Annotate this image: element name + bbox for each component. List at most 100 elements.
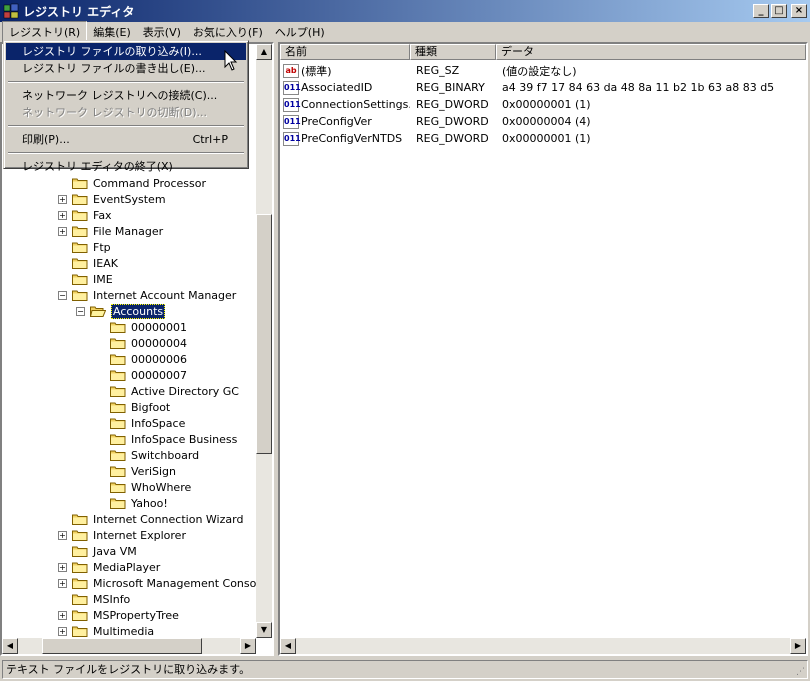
tree-item-label: 00000004 (131, 336, 187, 350)
folder-icon (72, 626, 88, 637)
tree-item[interactable]: 00000007 (96, 367, 187, 383)
tree-item-label: Java VM (93, 544, 137, 558)
tree-vertical-scrollbar[interactable]: ▲ ▼ (256, 44, 272, 638)
tree-item[interactable]: Command Processor (58, 175, 206, 191)
folder-icon (72, 178, 88, 189)
menu-print[interactable]: 印刷(P)... Ctrl+P (6, 131, 246, 148)
tree-item-label: EventSystem (93, 192, 166, 206)
scroll-down-button[interactable]: ▼ (256, 622, 272, 638)
tree-item-label: Internet Explorer (93, 528, 186, 542)
value-name: (標準) (301, 64, 332, 78)
tree-item-label: Yahoo! (131, 496, 168, 510)
resize-grip-icon[interactable]: ⋰ (796, 667, 808, 679)
tree-item[interactable]: Bigfoot (96, 399, 170, 415)
tree-item[interactable]: Java VM (58, 543, 137, 559)
tree-item[interactable]: + MediaPlayer (58, 559, 160, 575)
column-header-name[interactable]: 名前 (280, 44, 410, 60)
tree-item[interactable]: Ftp (58, 239, 111, 255)
folder-icon (72, 210, 88, 221)
values-pane[interactable]: 名前 種類 データ ab (標準) REG_SZ (値の設定なし) 011 Associa… (278, 42, 808, 656)
tree-item[interactable]: 00000004 (96, 335, 187, 351)
tree-item[interactable]: + EventSystem (58, 191, 166, 207)
tree-item[interactable]: VeriSign (96, 463, 176, 479)
tree-item[interactable]: − Accounts (76, 303, 166, 319)
folder-icon (72, 514, 88, 525)
value-row[interactable]: 011 ConnectionSettings... REG_DWORD 0x00000… (280, 96, 806, 113)
expand-icon[interactable]: + (58, 562, 67, 572)
folder-icon (110, 322, 126, 333)
value-name: ConnectionSettings... (301, 98, 410, 111)
tree-item[interactable]: IME (58, 271, 113, 287)
values-horizontal-scrollbar[interactable]: ◀ ▶ (280, 638, 806, 654)
tree-item-label: MediaPlayer (93, 560, 161, 574)
close-button[interactable]: × (791, 4, 807, 18)
scroll-thumb[interactable] (42, 638, 202, 654)
expand-icon[interactable]: + (58, 610, 67, 620)
menu-exit[interactable]: レジストリ エディタの終了(X) (6, 158, 246, 175)
expand-icon[interactable]: + (58, 530, 67, 540)
menu-connect-network-registry[interactable]: ネットワーク レジストリへの接続(C)... (6, 87, 246, 104)
folder-icon (110, 450, 126, 461)
tree-item[interactable]: Switchboard (96, 447, 199, 463)
menu-export-registry-file[interactable]: レジストリ ファイルの書き出し(E)... (6, 60, 246, 77)
tree-item[interactable]: Active Directory GC (96, 383, 239, 399)
scroll-thumb[interactable] (256, 214, 272, 454)
scroll-right-button[interactable]: ▶ (240, 638, 256, 654)
value-row[interactable]: 011 AssociatedID REG_BINARY a4 39 f7 17 84 … (280, 79, 806, 96)
scroll-right-button[interactable]: ▶ (790, 638, 806, 654)
expand-icon[interactable]: + (58, 210, 67, 220)
folder-icon (110, 354, 126, 365)
scroll-left-button[interactable]: ◀ (2, 638, 18, 654)
collapse-icon[interactable]: − (76, 306, 85, 316)
value-type: REG_DWORD (416, 132, 489, 145)
tree-item[interactable]: + Multimedia (58, 623, 154, 639)
collapse-icon[interactable]: − (58, 290, 67, 300)
minimize-button[interactable]: _ (753, 4, 769, 18)
tree-item[interactable]: Internet Connection Wizard (58, 511, 243, 527)
maximize-button[interactable]: □ (771, 4, 787, 18)
value-row[interactable]: ab (標準) REG_SZ (値の設定なし) (280, 62, 806, 79)
value-type: REG_BINARY (416, 81, 485, 94)
folder-icon (72, 562, 88, 573)
menu-edit[interactable]: 編集(E) (87, 22, 137, 42)
tree-item[interactable]: 00000006 (96, 351, 187, 367)
menu-favorites[interactable]: お気に入り(F) (187, 22, 269, 42)
menu-help[interactable]: ヘルプ(H) (269, 22, 331, 42)
value-row[interactable]: 011 PreConfigVerNTDS REG_DWORD 0x00000001 (… (280, 130, 806, 147)
tree-horizontal-scrollbar[interactable]: ◀ ▶ (2, 638, 256, 654)
tree-item[interactable]: 00000001 (96, 319, 187, 335)
value-type: REG_DWORD (416, 98, 489, 111)
tree-item[interactable]: Yahoo! (96, 495, 168, 511)
menu-import-registry-file[interactable]: レジストリ ファイルの取り込み(I)... (6, 43, 246, 60)
expand-icon[interactable]: + (58, 578, 67, 588)
column-header-data[interactable]: データ (496, 44, 806, 60)
tree-item[interactable]: WhoWhere (96, 479, 191, 495)
value-data: 0x00000001 (1) (502, 98, 591, 111)
tree-item-label: MSInfo (93, 592, 131, 606)
menu-view[interactable]: 表示(V) (137, 22, 187, 42)
expand-icon[interactable]: + (58, 226, 67, 236)
tree-item[interactable]: IEAK (58, 255, 118, 271)
folder-icon (110, 434, 126, 445)
scroll-left-button[interactable]: ◀ (280, 638, 296, 654)
scroll-up-button[interactable]: ▲ (256, 44, 272, 60)
tree-item[interactable]: MSInfo (58, 591, 130, 607)
tree-item[interactable]: + Microsoft Management Console (58, 575, 266, 591)
expand-icon[interactable]: + (58, 626, 67, 636)
status-bar: テキスト ファイルをレジストリに取り込みます。 ⋰ (0, 658, 810, 681)
tree-item[interactable]: InfoSpace Business (96, 431, 237, 447)
tree-item-label: Fax (93, 208, 112, 222)
tree-item-label: File Manager (93, 224, 164, 238)
tree-item[interactable]: + MSPropertyTree (58, 607, 179, 623)
folder-icon (110, 418, 126, 429)
tree-item[interactable]: InfoSpace (96, 415, 185, 431)
value-type: REG_DWORD (416, 115, 489, 128)
tree-item[interactable]: + Fax (58, 207, 112, 223)
binary-value-icon: 011 (283, 114, 301, 129)
tree-item[interactable]: + Internet Explorer (58, 527, 186, 543)
tree-item[interactable]: − Internet Account Manager (58, 287, 236, 303)
value-row[interactable]: 011 PreConfigVer REG_DWORD 0x00000004 (4) (280, 113, 806, 130)
column-header-type[interactable]: 種類 (410, 44, 496, 60)
expand-icon[interactable]: + (58, 194, 67, 204)
tree-item[interactable]: + File Manager (58, 223, 163, 239)
